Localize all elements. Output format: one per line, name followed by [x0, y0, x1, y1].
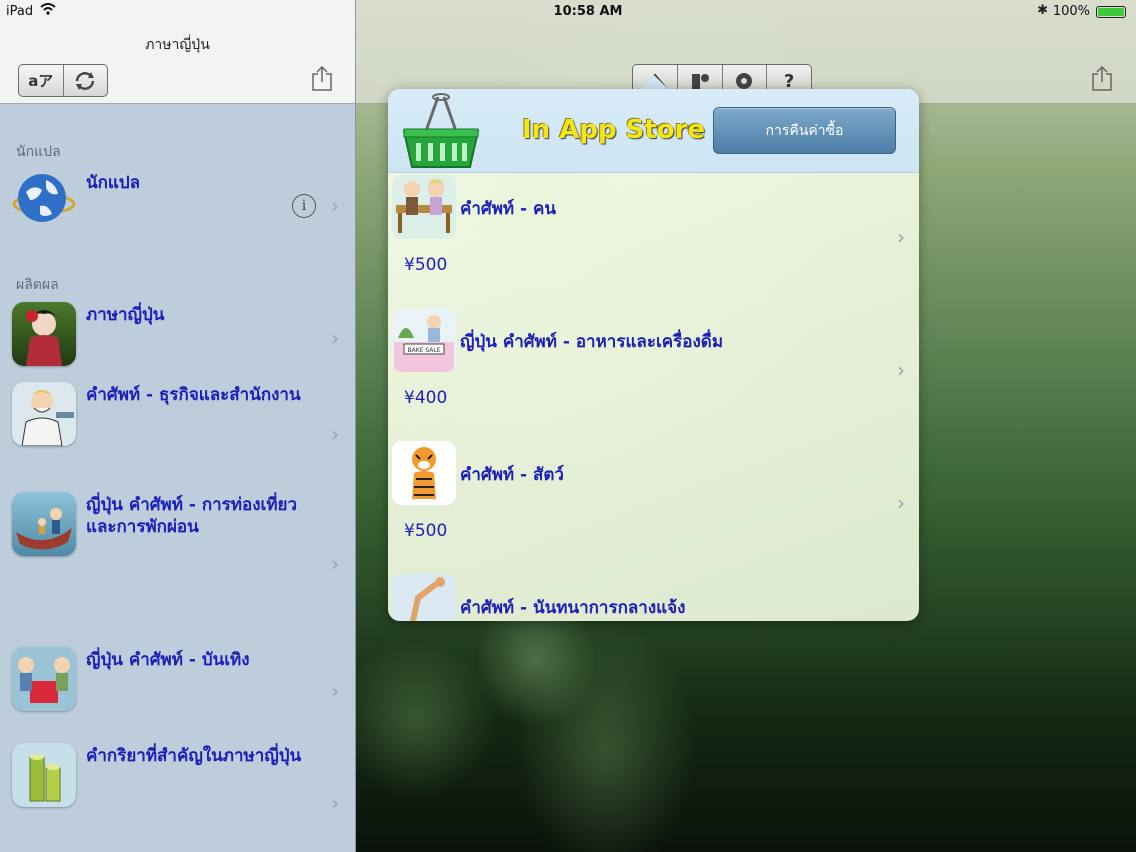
share-icon — [1092, 65, 1112, 91]
boat-icon — [12, 492, 76, 556]
info-icon: i — [301, 198, 307, 214]
store-item-price: ¥400 — [404, 388, 448, 408]
chevron-right-icon: › — [897, 225, 905, 249]
shopping-basket-icon — [400, 93, 482, 169]
store-item[interactable]: คำศัพท์ - คน ¥500 › — [388, 175, 919, 308]
info-button[interactable]: i — [292, 194, 316, 218]
product-item[interactable]: ญี่ปุ่น คำศัพท์ - การท่องเที่ยวและการพัก… — [0, 492, 355, 602]
businessman-icon — [12, 382, 76, 446]
tiger-icon — [392, 441, 456, 505]
status-time: 10:58 AM — [553, 4, 623, 19]
bake-sale-sign: BAKE SALE — [407, 347, 440, 354]
chevron-right-icon: › — [331, 552, 339, 576]
store-item[interactable]: คำศัพท์ - สัตว์ ¥500 › — [388, 441, 919, 574]
chevron-right-icon: › — [331, 679, 339, 703]
chevron-right-icon: › — [331, 422, 339, 446]
chevron-right-icon: › — [897, 491, 905, 515]
battery-percent: 100% — [1052, 4, 1090, 19]
store-item[interactable]: BAKE SALE ญี่ปุ่น คำศัพท์ - อาหารและเครื… — [388, 308, 919, 441]
store-item[interactable]: คำศัพท์ - นันทนาการกลางแจ้ง — [388, 574, 919, 621]
globe-icon — [12, 170, 76, 234]
product-label: ภาษาญี่ปุ่น — [86, 305, 165, 325]
translator-item[interactable]: นักแปล i › — [0, 170, 355, 240]
chevron-right-icon: › — [331, 194, 339, 218]
battery-icon — [1096, 6, 1126, 18]
sync-button[interactable] — [64, 65, 108, 96]
couple-icon — [392, 175, 456, 239]
product-label: ญี่ปุ่น คำศัพท์ - บันเทิง — [86, 650, 250, 670]
wifi-icon — [40, 3, 56, 19]
master-nav-bar: iPad ภาษาญี่ปุ่น aア — [0, 0, 355, 104]
gymnast-icon — [392, 574, 456, 621]
product-item[interactable]: ภาษาญี่ปุ่น › — [0, 302, 355, 372]
store-item-label: คำศัพท์ - คน — [460, 199, 557, 219]
store-item-label: คำศัพท์ - สัตว์ — [460, 465, 564, 485]
product-label: คำกริยาที่สำคัญในภาษาญี่ปุ่น — [86, 746, 302, 766]
store-header: In App Store การคืนค่าซื้อ — [388, 89, 919, 173]
geisha-icon — [12, 302, 76, 366]
chevron-right-icon: › — [897, 358, 905, 382]
bake-sale-icon: BAKE SALE — [392, 308, 456, 372]
chevron-right-icon: › — [331, 326, 339, 350]
master-title: ภาษาญี่ปุ่น — [145, 37, 210, 53]
store-title: In App Store — [522, 115, 706, 145]
master-share-button[interactable] — [310, 65, 334, 91]
product-label: คำศัพท์ - ธุรกิจและสำนักงาน — [86, 385, 301, 405]
store-item-label: คำศัพท์ - นันทนาการกลางแจ้ง — [460, 598, 686, 618]
share-icon — [312, 65, 332, 91]
product-item[interactable]: ญี่ปุ่น คำศัพท์ - บันเทิง › — [0, 647, 355, 717]
sync-icon — [76, 71, 95, 90]
popover-arrow — [640, 75, 668, 89]
product-item[interactable]: คำกริยาที่สำคัญในภาษาญี่ปุ่น › — [0, 743, 355, 823]
translate-toggle-button[interactable]: aア — [19, 65, 64, 96]
bamboo-icon — [12, 743, 76, 807]
in-app-store-popover: In App Store การคืนค่าซื้อ คำศัพท์ - คน … — [388, 89, 919, 621]
store-item-label: ญี่ปุ่น คำศัพท์ - อาหารและเครื่องดื่ม — [460, 332, 724, 352]
product-label: ญี่ปุ่น คำศัพท์ - การท่องเที่ยวและการพัก… — [86, 495, 298, 537]
device-name: iPad — [6, 4, 34, 19]
detail-share-button[interactable] — [1090, 65, 1114, 91]
store-item-price: ¥500 — [404, 255, 448, 275]
master-pane: iPad ภาษาญี่ปุ่น aア นักแปล นักแปล i › ผล… — [0, 0, 356, 852]
bluetooth-icon: ✱ — [1037, 3, 1048, 18]
master-segmented-control: aア — [18, 64, 108, 97]
chevron-right-icon: › — [331, 791, 339, 815]
section-label-translator: นักแปล — [16, 144, 61, 160]
store-item-price: ¥500 — [404, 521, 448, 541]
restore-purchases-button[interactable]: การคืนค่าซื้อ — [713, 107, 896, 154]
product-item[interactable]: คำศัพท์ - ธุรกิจและสำนักงาน › — [0, 382, 355, 482]
section-label-products: ผลิตผล — [16, 277, 59, 293]
dining-icon — [12, 647, 76, 711]
translate-icon: aア — [28, 72, 54, 90]
translator-label: นักแปล — [86, 173, 141, 193]
